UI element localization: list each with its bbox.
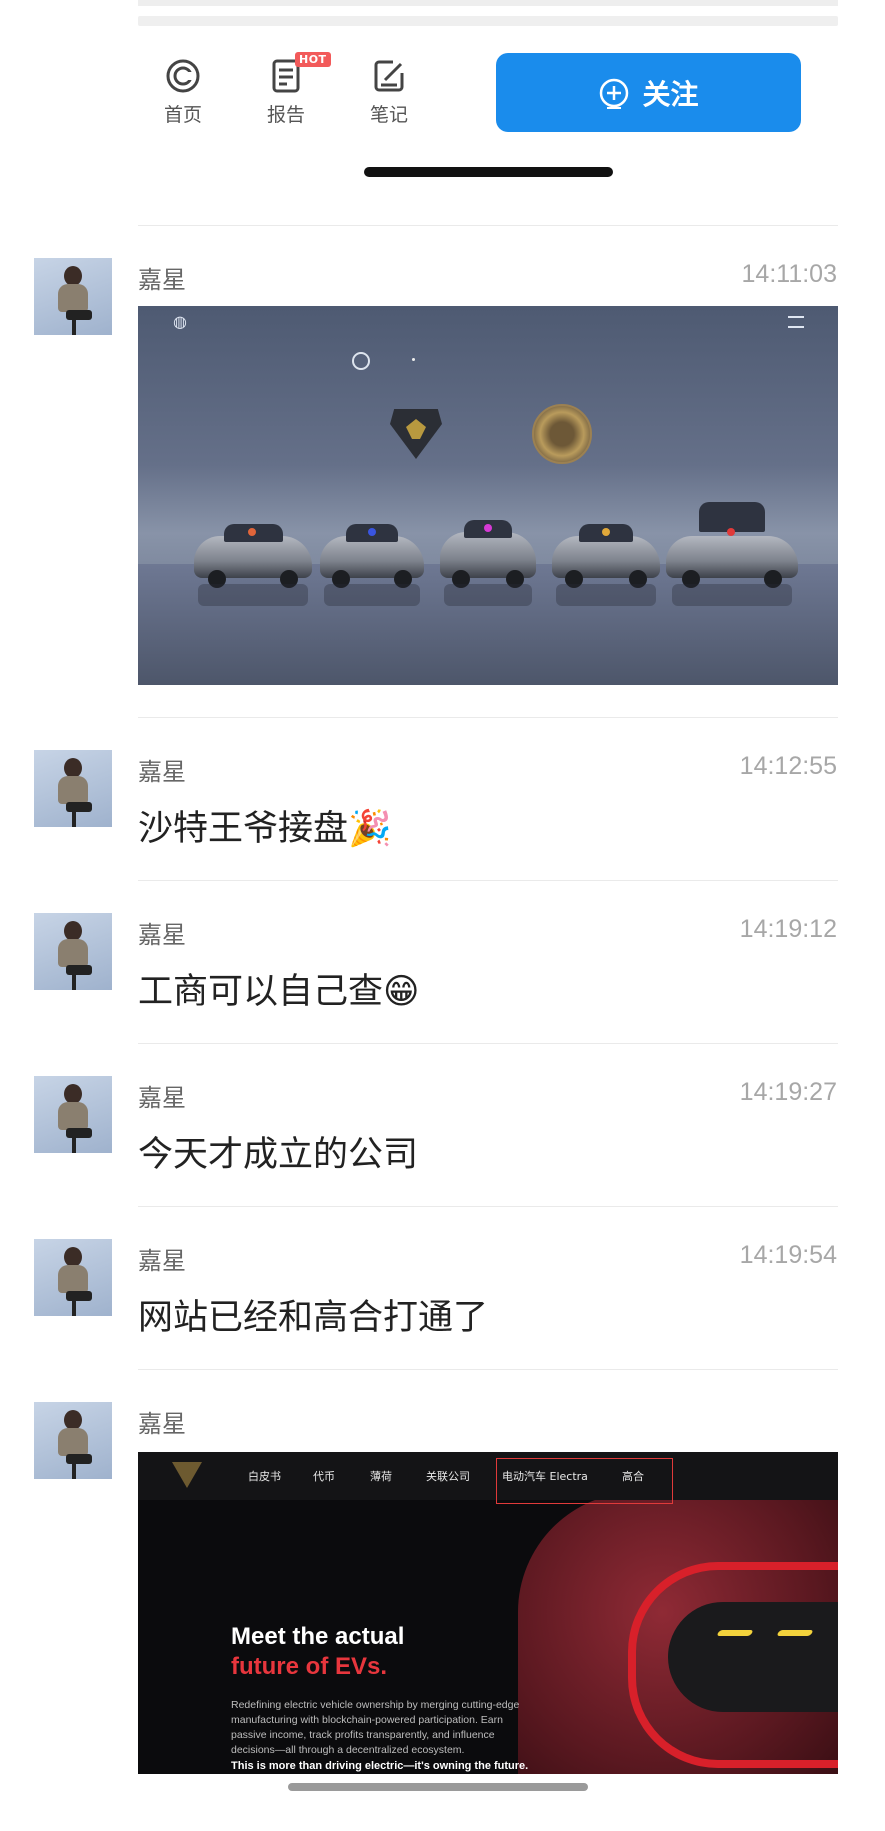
home-indicator xyxy=(288,1783,588,1791)
avatar[interactable] xyxy=(34,913,112,990)
home-icon xyxy=(166,59,200,93)
divider xyxy=(138,1043,838,1044)
car-1 xyxy=(194,524,312,588)
hero-headline: Meet the actual future of EVs. xyxy=(231,1622,404,1682)
nav-token: 代币 xyxy=(313,1470,335,1483)
nav-mint: 薄荷 xyxy=(370,1470,392,1483)
divider xyxy=(138,717,838,718)
home-label: 首页 xyxy=(163,104,202,126)
car-4 xyxy=(552,524,660,588)
sender-name: 嘉星 xyxy=(138,1247,186,1275)
brand-emblem xyxy=(390,409,442,459)
message-time: 14:12:55 xyxy=(739,752,837,780)
message-time: 14:19:27 xyxy=(739,1078,837,1106)
divider xyxy=(138,1206,838,1207)
globe-icon: ◍ xyxy=(173,312,187,331)
bottom-toolbar: 首页 HOT 报告 笔记 关注 xyxy=(138,34,838,144)
divider xyxy=(138,225,838,226)
message-text: 网站已经和高合打通了 xyxy=(138,1298,489,1338)
notes-tab[interactable]: 笔记 xyxy=(354,58,424,127)
previous-content-strip xyxy=(138,0,838,28)
nav-affiliates: 关联公司 xyxy=(426,1470,470,1483)
car-5 xyxy=(666,502,798,588)
plus-circle-icon xyxy=(600,78,629,109)
home-tab[interactable]: 首页 xyxy=(148,58,218,127)
hero-tagline: This is more than driving electric—it's … xyxy=(231,1760,529,1772)
divider xyxy=(138,1369,838,1370)
follow-button[interactable]: 关注 xyxy=(496,53,801,132)
avatar[interactable] xyxy=(34,258,112,335)
website-logo-icon xyxy=(172,1462,202,1488)
car-3 xyxy=(440,520,536,588)
follow-label: 关注 xyxy=(642,77,699,111)
report-tab[interactable]: HOT 报告 xyxy=(251,52,331,127)
headline-white: Meet the actual xyxy=(231,1623,405,1650)
nav-whitepaper: 白皮书 xyxy=(248,1470,281,1483)
hero-paragraph: Redefining electric vehicle ownership by… xyxy=(231,1699,520,1756)
message-time: 14:19:54 xyxy=(739,1241,837,1269)
notes-label: 笔记 xyxy=(369,104,408,126)
avatar[interactable] xyxy=(34,1239,112,1316)
highlight-box xyxy=(496,1458,673,1504)
car-2 xyxy=(320,524,424,588)
avatar[interactable] xyxy=(34,750,112,827)
reflective-floor xyxy=(138,564,838,685)
message-time: 14:11:03 xyxy=(741,260,837,288)
token-coin xyxy=(532,404,592,464)
headline-red: future of EVs. xyxy=(231,1653,388,1680)
sender-name: 嘉星 xyxy=(138,1410,186,1438)
message-text: 今天才成立的公司 xyxy=(138,1135,419,1175)
message-text: 工商可以自己查😁 xyxy=(138,972,420,1012)
avatar[interactable] xyxy=(34,1076,112,1153)
sender-name: 嘉星 xyxy=(138,758,186,786)
dot-decoration xyxy=(412,358,415,361)
sender-name: 嘉星 xyxy=(138,921,186,949)
report-label: 报告 xyxy=(266,104,305,126)
sender-name: 嘉星 xyxy=(138,1084,186,1112)
avatar[interactable] xyxy=(34,1402,112,1479)
overlay-home-indicator xyxy=(364,167,613,177)
ring-decoration xyxy=(352,352,370,370)
website-nav: 白皮书 代币 薄荷 关联公司 电动汽车 Electra 高合 xyxy=(138,1452,838,1504)
message-image-website[interactable]: 白皮书 代币 薄荷 关联公司 电动汽车 Electra 高合 Meet the … xyxy=(138,1452,838,1774)
notes-icon xyxy=(374,60,404,92)
divider xyxy=(138,880,838,881)
sender-name: 嘉星 xyxy=(138,266,186,294)
message-image-cars[interactable]: ◍ xyxy=(138,306,838,685)
message-time: 14:19:12 xyxy=(739,915,837,943)
hot-badge: HOT xyxy=(295,52,331,67)
message-text: 沙特王爷接盘🎉 xyxy=(138,809,392,849)
menu-icon xyxy=(788,316,804,328)
